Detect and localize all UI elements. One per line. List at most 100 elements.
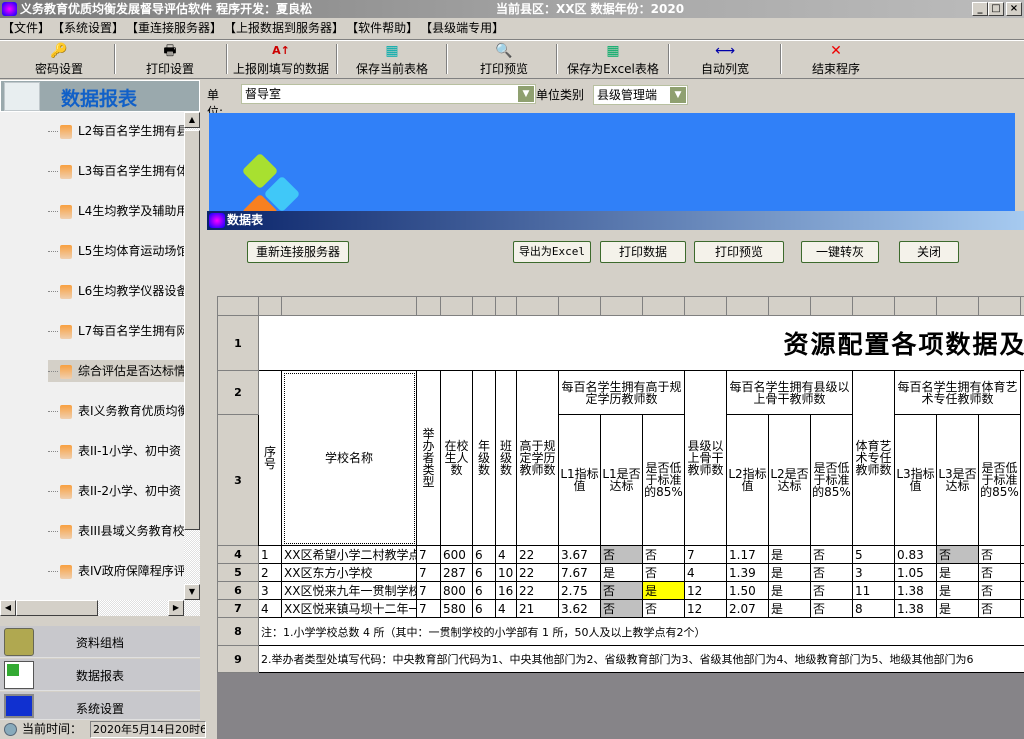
table-cell[interactable]: 3 (258, 581, 282, 600)
table-cell[interactable]: 否 (810, 581, 853, 600)
row-header[interactable]: 7 (217, 599, 259, 618)
tree-item[interactable]: L3每百名学生拥有体 (48, 160, 184, 182)
table-cell[interactable]: 16 (495, 581, 517, 600)
table-cell[interactable]: 1.05 (894, 563, 937, 582)
table-cell[interactable]: 4 (258, 599, 282, 618)
print-data-button[interactable]: 打印数据 (600, 241, 686, 263)
row-header[interactable]: 2 (217, 370, 259, 415)
exit-button[interactable]: ✕ 结束程序 (784, 40, 888, 78)
tree-item[interactable]: L4生均教学及辅助用 (48, 200, 184, 222)
tree-item[interactable]: L7每百名学生拥有网 (48, 320, 184, 342)
row-header[interactable]: 8 (217, 617, 259, 646)
minimize-button[interactable]: _ (972, 2, 988, 16)
unit-select[interactable]: 督导室 ▼ (241, 84, 536, 104)
table-cell[interactable]: 7 (416, 599, 441, 618)
row-header[interactable]: 6 (217, 581, 259, 600)
print-settings-button[interactable]: 🖶 打印设置 (120, 40, 220, 78)
table-cell[interactable]: 3.67 (558, 545, 601, 564)
table-cell[interactable]: XX区悦来镇马坝十二年一 (281, 599, 417, 618)
row-header[interactable]: 4 (217, 545, 259, 564)
table-cell[interactable]: 6 (472, 545, 496, 564)
table-cell[interactable]: 是 (768, 581, 811, 600)
table-cell[interactable]: XX区希望小学二村教学点 (281, 545, 417, 564)
table-cell[interactable]: 是 (936, 599, 979, 618)
menu-system-settings[interactable]: 【系统设置】 (58, 21, 124, 35)
save-excel-button[interactable]: ▦ 保存为Excel表格 (560, 40, 666, 78)
table-cell[interactable]: 22 (516, 581, 559, 600)
tree-item[interactable]: 表I义务教育优质均衡 (48, 400, 184, 422)
nav-archive[interactable]: 资料组档 (0, 626, 200, 658)
table-cell[interactable]: 1.38 (894, 581, 937, 600)
table-cell[interactable]: 否 (810, 599, 853, 618)
tree-item[interactable]: 综合评估是否达标情 (48, 360, 184, 382)
reconnect-server-button[interactable]: 重新连接服务器 (247, 241, 349, 263)
table-cell[interactable]: 1.39 (726, 563, 769, 582)
table-cell[interactable]: 1 (258, 545, 282, 564)
tree-horizontal-scrollbar[interactable]: ◀ ▶ (0, 600, 200, 616)
menu-upload[interactable]: 【上报数据到服务器】 (230, 21, 344, 35)
table-cell[interactable]: XX区悦来九年一贯制学校 (281, 581, 417, 600)
table-cell[interactable]: 4 (684, 563, 727, 582)
tree-item[interactable]: 表II-1小学、初中资 (48, 440, 184, 462)
table-cell[interactable]: 否 (600, 545, 643, 564)
table-cell[interactable]: 287 (440, 563, 473, 582)
table-cell[interactable]: 3 (852, 563, 895, 582)
table-cell[interactable]: 6 (472, 563, 496, 582)
table-cell[interactable]: 否 (978, 599, 1021, 618)
table-cell[interactable]: 4 (495, 599, 517, 618)
tree-item[interactable]: L6生均教学仪器设备 (48, 280, 184, 302)
table-cell[interactable]: 否 (642, 599, 685, 618)
table-cell[interactable]: 4 (495, 545, 517, 564)
auto-column-width-button[interactable]: ⟷ 自动列宽 (672, 40, 778, 78)
table-cell[interactable]: 11 (852, 581, 895, 600)
table-cell[interactable]: 1.38 (894, 599, 937, 618)
close-button[interactable]: × (1006, 2, 1022, 16)
spreadsheet[interactable]: 1 资源配置各项数据及 2 序号 学校名称 举办者类型 在校生人数 年级数 班级数… (217, 296, 1024, 739)
scroll-left-button[interactable]: ◀ (0, 600, 16, 616)
chevron-down-icon[interactable]: ▼ (670, 87, 686, 103)
table-cell[interactable]: XX区东方小学校 (281, 563, 417, 582)
tree-item[interactable]: L5生均体育运动场馆 (48, 240, 184, 262)
row-header[interactable]: 3 (217, 414, 259, 546)
scroll-thumb[interactable] (16, 600, 98, 616)
table-cell[interactable]: 7 (416, 581, 441, 600)
table-cell[interactable]: 否 (810, 545, 853, 564)
table-cell[interactable]: 是 (768, 563, 811, 582)
close-data-window-button[interactable]: 关闭 (899, 241, 959, 263)
print-preview-data-button[interactable]: 打印预览 (694, 241, 784, 263)
table-cell[interactable]: 7 (684, 545, 727, 564)
menu-help[interactable]: 【软件帮助】 (352, 21, 418, 35)
chevron-down-icon[interactable]: ▼ (518, 86, 534, 102)
row-header[interactable]: 5 (217, 563, 259, 582)
table-cell[interactable]: 是 (936, 563, 979, 582)
menu-county[interactable]: 【县级端专用】 (426, 21, 504, 35)
table-cell[interactable]: 600 (440, 545, 473, 564)
table-cell[interactable]: 3.62 (558, 599, 601, 618)
scroll-right-button[interactable]: ▶ (168, 600, 184, 616)
table-cell[interactable]: 7.67 (558, 563, 601, 582)
table-cell[interactable]: 2.75 (558, 581, 601, 600)
table-cell[interactable]: 7 (416, 545, 441, 564)
table-cell[interactable]: 否 (978, 545, 1021, 564)
table-cell[interactable]: 否 (642, 563, 685, 582)
upload-data-button[interactable]: A↑ 上报刚填写的数据 (228, 40, 334, 78)
tree-item[interactable]: 表II-2小学、初中资 (48, 480, 184, 502)
table-cell[interactable]: 否 (978, 563, 1021, 582)
table-cell[interactable]: 是 (768, 545, 811, 564)
table-cell[interactable]: 6 (472, 581, 496, 600)
row-header[interactable]: 1 (217, 315, 259, 371)
tree-item[interactable]: 表III县域义务教育校 (48, 520, 184, 542)
corner-cell[interactable] (217, 296, 259, 316)
table-cell[interactable]: 7 (416, 563, 441, 582)
table-cell[interactable]: 21 (516, 599, 559, 618)
unit-type-select[interactable]: 县级管理端 ▼ (593, 85, 688, 105)
table-cell[interactable]: 580 (440, 599, 473, 618)
table-cell[interactable]: 22 (516, 563, 559, 582)
print-preview-button[interactable]: 🔍 打印预览 (452, 40, 556, 78)
table-cell[interactable]: 22 (516, 545, 559, 564)
table-cell[interactable]: 5 (852, 545, 895, 564)
menu-reconnect[interactable]: 【重连接服务器】 (132, 21, 222, 35)
tree-item[interactable]: 表IV政府保障程序评 (48, 560, 184, 582)
table-cell[interactable]: 1.50 (726, 581, 769, 600)
table-cell[interactable]: 12 (684, 581, 727, 600)
